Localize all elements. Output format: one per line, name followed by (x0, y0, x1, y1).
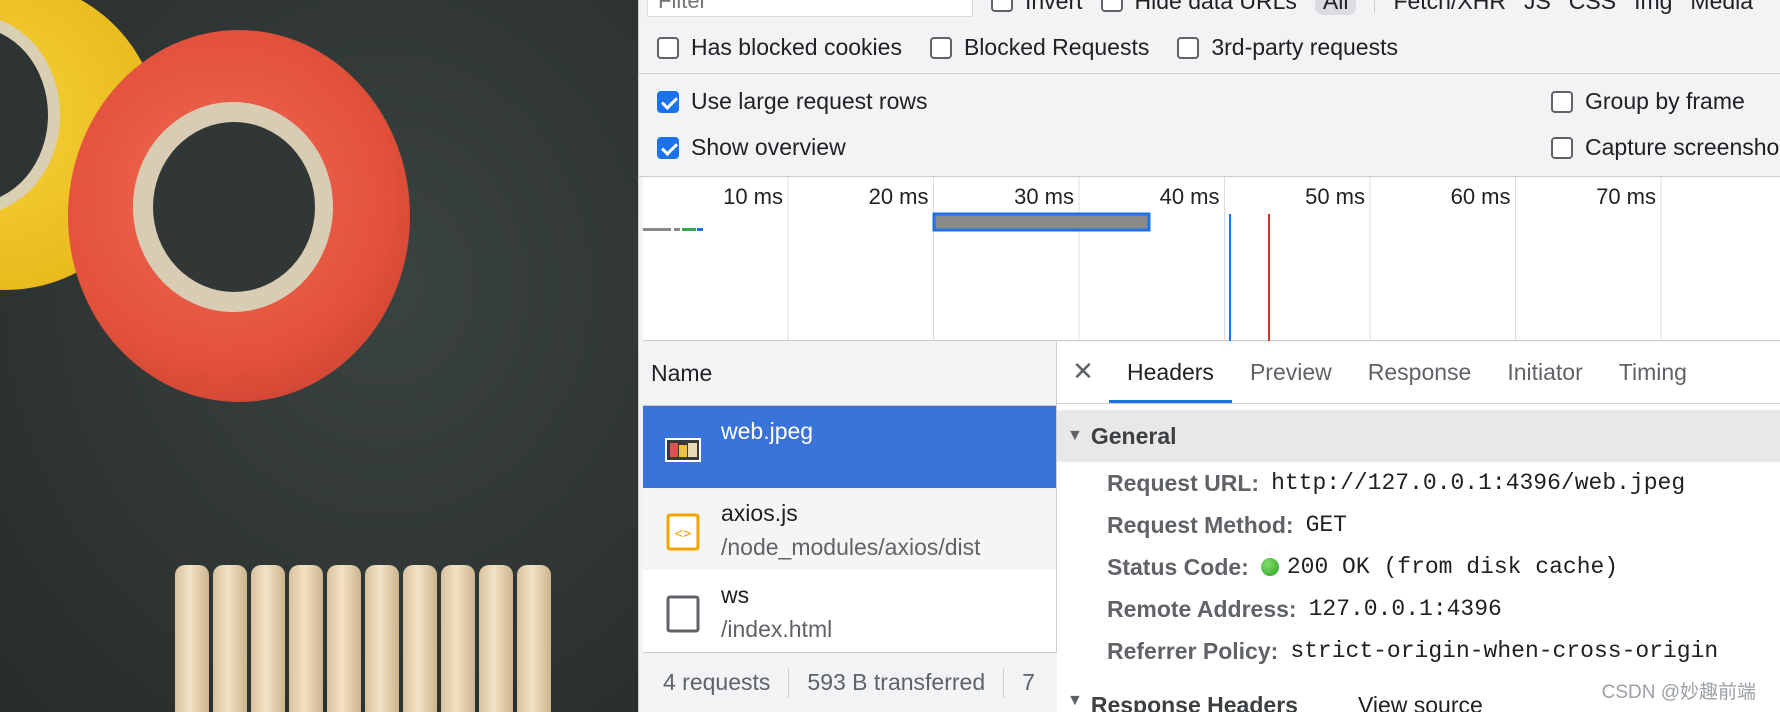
tab-initiator[interactable]: Initiator (1489, 359, 1600, 403)
third-party-requests-checkbox[interactable]: 3rd-party requests (1177, 34, 1398, 61)
header-value: 127.0.0.1:4396 (1308, 596, 1502, 622)
header-value: strict-origin-when-cross-origin (1290, 638, 1719, 664)
hide-data-urls-checkbox[interactable]: Hide data URLs (1100, 0, 1297, 15)
request-name: web.jpeg (721, 418, 814, 444)
header-value: http://127.0.0.1:4396/web.jpeg (1271, 470, 1686, 496)
request-name: axios.js (721, 500, 798, 526)
image-file-icon (665, 438, 701, 462)
header-key: Request URL: (1107, 469, 1260, 496)
request-path: /index.html (721, 616, 833, 642)
header-key: Request Method: (1107, 511, 1294, 538)
request-count: 4 requests (663, 669, 771, 695)
request-bar-mini (682, 228, 696, 231)
group-by-frame-checkbox[interactable]: Group by frame (1551, 88, 1745, 115)
tab-response[interactable]: Response (1350, 359, 1490, 403)
type-filter-fetch[interactable]: Fetch/XHR (1393, 0, 1505, 15)
invert-checkbox[interactable]: Invert (991, 0, 1083, 15)
header-key: Referrer Policy: (1107, 637, 1279, 664)
resources-size: 7 (1022, 669, 1035, 695)
timeline-tick-label: 20 ms (869, 184, 929, 209)
timeline-svg: 10 ms 20 ms 30 ms 40 ms 50 ms 60 ms 70 ms (643, 177, 1662, 341)
request-bar-mini (643, 228, 671, 231)
background-photo (0, 0, 640, 712)
network-settings: Use large request rows Show overview Gro… (639, 73, 1780, 177)
has-blocked-cookies-checkbox[interactable]: Has blocked cookies (657, 34, 902, 61)
network-status-bar: 4 requests 593 B transferred 7 (643, 652, 1057, 712)
tab-preview[interactable]: Preview (1232, 359, 1350, 403)
request-bar-mini (674, 228, 680, 231)
use-large-rows-checkbox[interactable]: Use large request rows (657, 88, 928, 115)
status-ok-icon (1260, 558, 1279, 576)
type-filter-css[interactable]: CSS (1569, 0, 1616, 15)
devtools-network-panel: Invert Hide data URLs All Fetch/XHR JS C… (638, 0, 1780, 712)
svg-text:<>: <> (675, 526, 692, 542)
details-tabbar: ✕ Headers Preview Response Initiator Tim… (1057, 342, 1780, 404)
column-header-name[interactable]: Name (643, 342, 1056, 406)
type-filter-media[interactable]: Media (1690, 0, 1753, 15)
show-overview-checkbox[interactable]: Show overview (657, 134, 846, 161)
header-value: 200 OK (from disk cache) (1286, 554, 1619, 580)
timeline-tick-label: 40 ms (1160, 184, 1220, 209)
timeline-tick-label: 60 ms (1451, 184, 1511, 209)
divider (1003, 667, 1005, 698)
script-file-icon: <> (666, 513, 700, 551)
red-tape-roll (68, 30, 410, 402)
network-overview-timeline[interactable]: 10 ms 20 ms 30 ms 40 ms 50 ms 60 ms 70 ms (643, 177, 1780, 341)
timeline-tick-label: 30 ms (1014, 184, 1074, 209)
timeline-tick-label: 70 ms (1596, 184, 1656, 209)
close-icon[interactable]: ✕ (1057, 356, 1109, 403)
request-row-ws[interactable]: ws /index.html (643, 570, 1056, 652)
request-filter-row: Has blocked cookies Blocked Requests 3rd… (657, 34, 1398, 61)
triangle-down-icon: ▼ (1067, 427, 1083, 444)
tab-timing[interactable]: Timing (1601, 359, 1705, 403)
header-row-request-method: Request Method: GET (1057, 504, 1780, 546)
header-value: GET (1305, 512, 1347, 538)
general-section-title: General (1090, 422, 1177, 449)
request-name: ws (721, 582, 750, 608)
divider (788, 667, 790, 698)
request-list: Name web.jpeg <> axios.js /node_modules/… (643, 342, 1057, 712)
type-filter-all[interactable]: All (1314, 0, 1357, 15)
general-section-header[interactable]: ▼ General (1057, 410, 1780, 462)
header-key: Remote Address: (1107, 595, 1297, 622)
request-bar-web-jpeg (932, 212, 1151, 232)
document-file-icon (666, 595, 700, 633)
wooden-sticks (175, 565, 595, 712)
blocked-requests-checkbox[interactable]: Blocked Requests (929, 34, 1149, 61)
header-row-status-code: Status Code: 200 OK (from disk cache) (1057, 546, 1780, 588)
triangle-down-icon: ▼ (1067, 692, 1083, 709)
type-filter-js[interactable]: JS (1524, 0, 1551, 15)
header-key: Status Code: (1107, 553, 1249, 580)
filter-input[interactable] (647, 0, 973, 17)
request-row-web-jpeg[interactable]: web.jpeg (643, 406, 1056, 488)
request-details-pane: ✕ Headers Preview Response Initiator Tim… (1057, 342, 1780, 712)
header-row-remote-address: Remote Address: 127.0.0.1:4396 (1057, 588, 1780, 630)
capture-screenshots-checkbox[interactable]: Capture screensho (1551, 134, 1779, 161)
request-bar-mini (697, 228, 703, 231)
timeline-tick-label: 10 ms (723, 184, 783, 209)
filter-toolbar: Invert Hide data URLs All Fetch/XHR JS C… (639, 0, 1780, 17)
transferred-size: 593 B transferred (807, 669, 986, 695)
view-source-link[interactable]: View source (1358, 692, 1483, 712)
tab-headers[interactable]: Headers (1109, 359, 1232, 403)
request-row-axios-js[interactable]: <> axios.js /node_modules/axios/dist (643, 488, 1056, 570)
watermark: CSDN @妙趣前端 (1601, 682, 1756, 703)
request-path: /node_modules/axios/dist (721, 534, 981, 560)
timeline-tick-label: 50 ms (1305, 184, 1365, 209)
header-row-request-url: Request URL: http://127.0.0.1:4396/web.j… (1057, 462, 1780, 504)
divider (1374, 0, 1376, 13)
type-filter-img[interactable]: Img (1634, 0, 1672, 15)
header-row-referrer-policy: Referrer Policy: strict-origin-when-cros… (1057, 630, 1780, 672)
response-headers-title: Response Headers (1090, 692, 1298, 712)
